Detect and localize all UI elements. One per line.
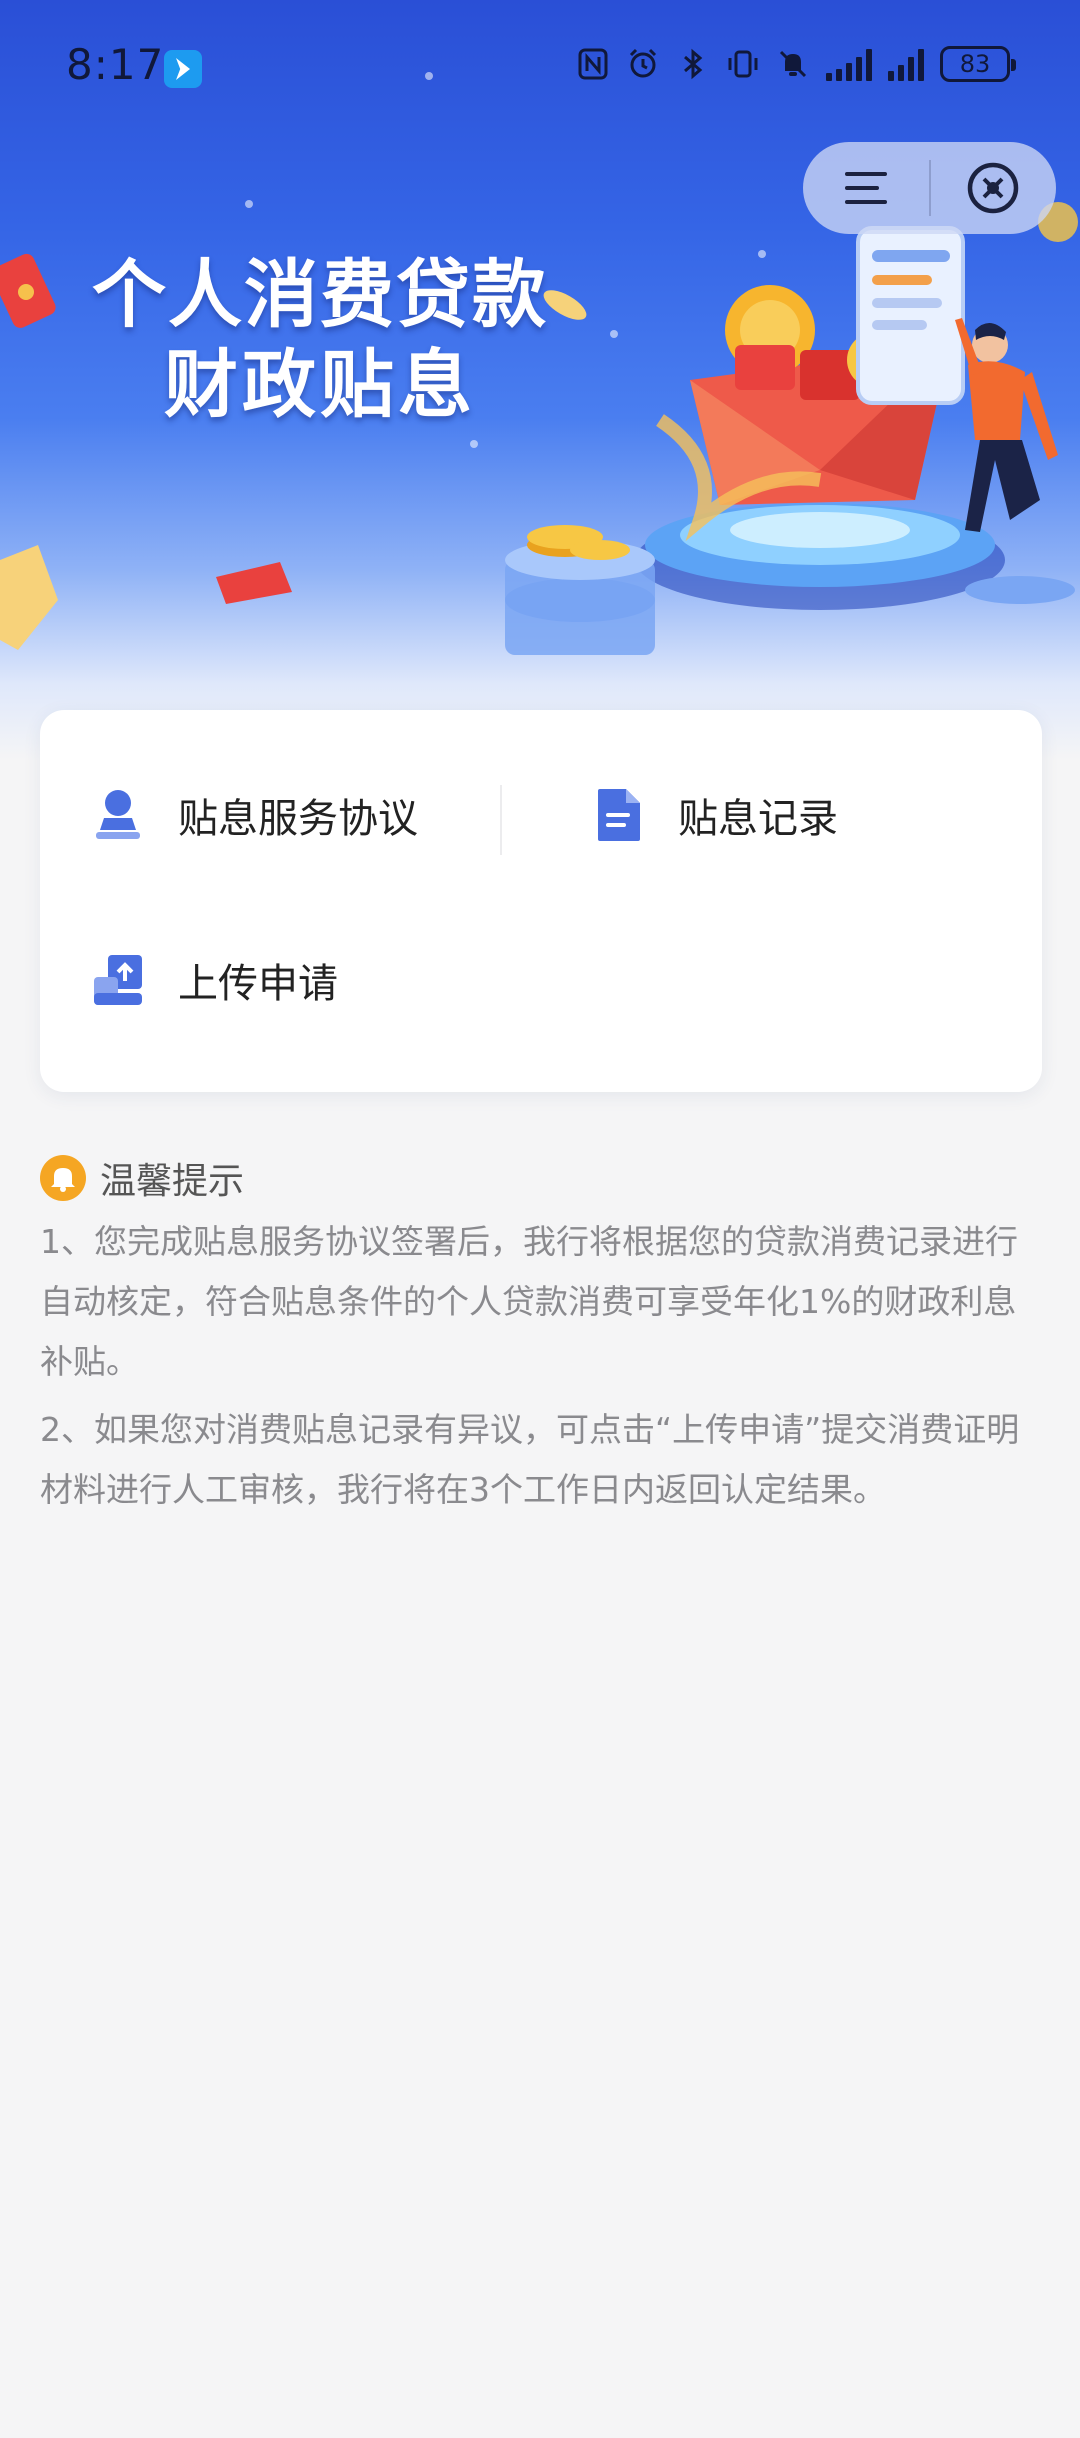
menu-item-agreement[interactable]: 贴息服务协议: [90, 770, 418, 860]
vibrate-icon: [728, 50, 758, 78]
signal-icon: [888, 47, 924, 81]
bluetooth-icon: [684, 48, 703, 80]
document-icon: [590, 787, 646, 843]
status-icons: 83: [576, 46, 1016, 82]
menu-divider: [500, 785, 502, 855]
status-bar: 8:17 83: [0, 0, 1080, 135]
user-stamp-icon: [90, 787, 146, 843]
menu-item-upload[interactable]: 上传申请: [90, 935, 338, 1025]
bell-icon: [40, 1155, 86, 1201]
alarm-icon: [629, 48, 657, 78]
upload-icon: [90, 952, 146, 1008]
service-menu-card: [40, 710, 1042, 1092]
hero-banner: 8:17 83 个人消费贷款 财政贴息: [0, 0, 1080, 760]
mini-program-capsule: [803, 142, 1056, 234]
menu-item-label: 上传申请: [178, 961, 338, 1007]
tips-section: 温馨提示 1、您完成贴息服务协议签署后，我行将根据您的贷款消费记录进行自动核定，…: [40, 1150, 1040, 1520]
close-button[interactable]: [931, 142, 1057, 234]
nfc-icon: [578, 48, 608, 80]
menu-item-label: 贴息服务协议: [178, 796, 418, 842]
battery-level: 83: [959, 50, 991, 78]
menu-icon: [844, 172, 887, 204]
banner-title-line2: 财政贴息: [164, 342, 476, 428]
red-envelope-icon: [0, 253, 56, 328]
tip-paragraph-1: 1、您完成贴息服务协议签署后，我行将根据您的贷款消费记录进行自动核定，符合贴息条…: [40, 1222, 1018, 1381]
menu-button[interactable]: [803, 142, 929, 234]
banner-title-line1: 个人消费贷款: [92, 252, 548, 338]
ticket-icon: [0, 545, 58, 650]
menu-item-label: 贴息记录: [678, 796, 838, 842]
battery-icon: 83: [940, 46, 1016, 82]
mute-icon: [779, 50, 807, 78]
app-notification-icon: [164, 50, 202, 88]
tip-paragraph-2: 2、如果您对消费贴息记录有异议，可点击“上传申请”提交消费证明材料进行人工审核，…: [40, 1410, 1020, 1509]
menu-item-records[interactable]: 贴息记录: [590, 770, 838, 860]
tips-title: 温馨提示: [100, 1161, 245, 1202]
close-circle-icon: [968, 162, 1019, 214]
signal-icon: [826, 47, 872, 81]
banner-title: 个人消费贷款 财政贴息: [70, 250, 570, 430]
status-time: 8:17: [66, 40, 165, 89]
red-envelope-icon: [216, 562, 292, 604]
tips-header: 温馨提示: [40, 1150, 1040, 1206]
